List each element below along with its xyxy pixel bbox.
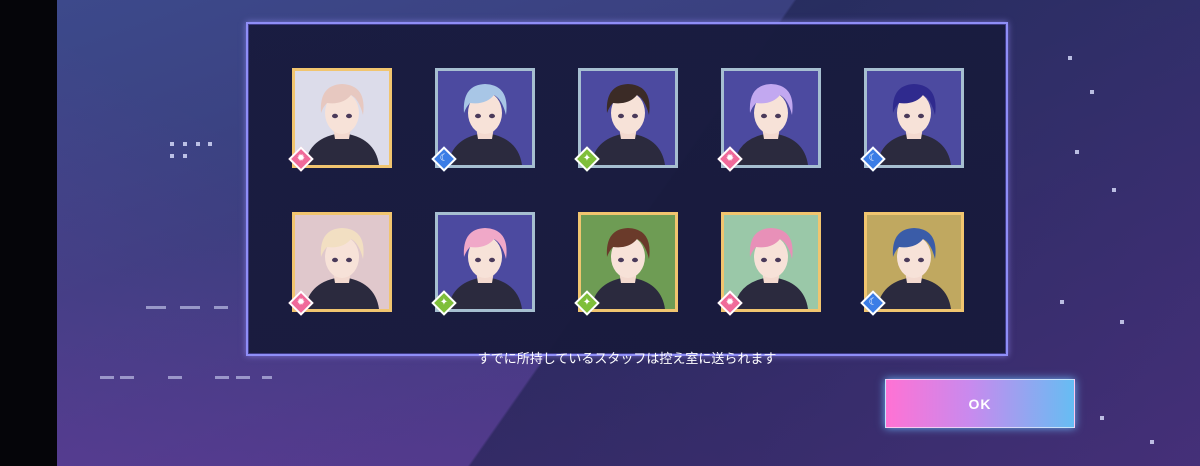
staff-portrait [295,71,389,165]
notice-text: すでに所持しているスタッフは控え室に送られます [477,352,777,367]
staff-card[interactable]: ✹ [288,68,392,172]
moon-icon: ☾ [439,153,449,164]
staff-card[interactable]: ✦ [431,212,535,316]
staff-card[interactable]: ✦ [574,212,678,316]
gacha-result-screen: ✹ ☾ ✦ ✹ ☾ ✹ ✦ ✦ ✹ ☾ すでに所持しているスタッフは控え室に送られます OK [0,0,1200,466]
star-icon: ✦ [582,153,592,164]
staff-portrait [724,71,818,165]
staff-card[interactable]: ✹ [717,212,821,316]
left-letterbox [0,0,57,466]
staff-portrait [867,215,961,309]
staff-portrait [295,215,389,309]
staff-card[interactable]: ☾ [431,68,535,172]
sun-icon: ✹ [725,153,735,164]
staff-card[interactable]: ☾ [860,212,964,316]
staff-portrait [867,71,961,165]
sun-icon: ✹ [296,297,306,308]
moon-icon: ☾ [868,297,878,308]
staff-card[interactable]: ✹ [717,68,821,172]
sun-icon: ✹ [296,153,306,164]
result-panel: ✹ ☾ ✦ ✹ ☾ ✹ ✦ ✦ ✹ ☾ すでに所持しているスタッフは控え室に送られます [246,22,1008,367]
staff-portrait [581,71,675,165]
star-icon: ✦ [582,297,592,308]
staff-card[interactable]: ✦ [574,68,678,172]
staff-card[interactable]: ☾ [860,68,964,172]
staff-portrait [581,215,675,309]
sun-icon: ✹ [725,297,735,308]
ok-button[interactable]: OK [885,379,1075,428]
staff-portrait [438,215,532,309]
star-icon: ✦ [439,297,449,308]
staff-portrait [724,215,818,309]
staff-portrait [438,71,532,165]
staff-card[interactable]: ✹ [288,212,392,316]
moon-icon: ☾ [868,153,878,164]
